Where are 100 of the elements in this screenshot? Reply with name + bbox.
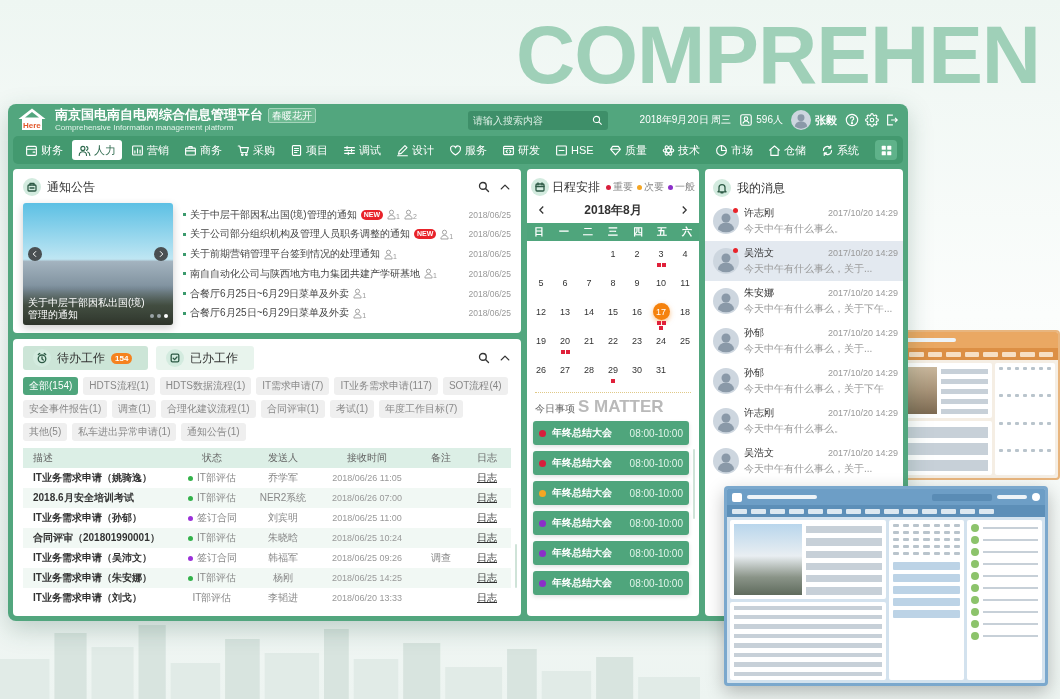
log-link[interactable]: 日志	[477, 511, 497, 525]
calendar-day[interactable]: 10	[652, 274, 670, 291]
backdrop-headline: COMPREHEN	[516, 14, 1041, 96]
log-link[interactable]: 日志	[477, 471, 497, 485]
calendar-day[interactable]: 5	[532, 274, 550, 291]
event-time: 08:00-10:00	[629, 547, 683, 559]
avatar-icon[interactable]	[791, 110, 811, 130]
event-time: 08:00-10:00	[629, 517, 683, 529]
log-link[interactable]: 日志	[477, 571, 497, 585]
calendar-day[interactable]: 4	[676, 245, 694, 262]
help-icon[interactable]	[845, 113, 859, 127]
calendar-day[interactable]: 3	[652, 245, 670, 262]
avatar-icon	[713, 328, 739, 354]
previous-button[interactable]	[28, 247, 42, 261]
notice-link[interactable]: 关于中层干部因私出国(境)管理的通知	[190, 207, 357, 222]
time-cell: 2018/06/25 14:25	[331, 573, 403, 583]
today-watermark-text: S MATTER	[578, 397, 664, 417]
table-row[interactable]: IT业务需求申请（吴沛文） 签订合同 韩福军 2018/06/25 09:26 调查 日志	[23, 548, 511, 568]
calendar-day[interactable]: 2	[628, 245, 646, 262]
slide-dot-icon[interactable]	[157, 314, 161, 318]
event-time: 08:00-10:00	[629, 487, 683, 499]
table-row[interactable]: 2018.6月安全培训考试 IT部评估 NER2系统 2018/06/26 07:00 日志	[23, 488, 511, 508]
time-cell: 2018/06/25 10:24	[331, 533, 403, 543]
bullet-icon	[183, 252, 186, 256]
nav-tab[interactable]: 人力	[72, 140, 122, 160]
slide-dot-icon[interactable]	[164, 314, 168, 318]
calendar-day[interactable]: 9	[628, 274, 646, 291]
calendar-day[interactable]: 1	[604, 245, 622, 262]
scrollbar-thumb[interactable]	[693, 449, 695, 519]
log-link[interactable]: 日志	[477, 591, 497, 605]
weekday-label: 三	[608, 225, 618, 239]
calendar-day[interactable]: 22	[604, 332, 622, 349]
scrollbar-thumb[interactable]	[515, 544, 517, 588]
diamond-icon	[608, 143, 622, 157]
calendar-day[interactable]: 25	[676, 332, 694, 349]
calendar-day[interactable]: 7	[580, 274, 598, 291]
calendar-day[interactable]: 14	[580, 303, 598, 320]
briefcase-icon	[184, 143, 197, 157]
log-link[interactable]: 日志	[477, 551, 497, 565]
calendar-day[interactable]: 18	[676, 303, 694, 320]
description-cell: IT业务需求申请（姚骑逸）	[33, 471, 152, 485]
search-field[interactable]: 请输入搜索内容	[467, 110, 608, 130]
calendar-day[interactable]: 30	[628, 361, 646, 378]
calendar-day[interactable]: 20	[556, 332, 574, 349]
notice-link[interactable]: 南自自动化公司与陕西地方电力集团共建产学研基地	[190, 266, 420, 281]
event-title: 年终总结大会	[552, 576, 612, 590]
notice-link[interactable]: 合餐厅6月25日~6月29日菜单及外卖	[190, 286, 350, 301]
calendar-day[interactable]: 29	[604, 361, 622, 378]
table-row[interactable]: IT业务需求申请（刘戈） IT部评估 李韬进 2018/06/20 13:33 日志	[23, 588, 511, 608]
notice-link[interactable]: 合餐厅6月25日~6月29日菜单及外卖	[190, 306, 350, 321]
logout-icon[interactable]	[885, 113, 899, 127]
sender-cell: 韩福军	[268, 551, 298, 565]
calendar-day[interactable]: 12	[532, 303, 550, 320]
calendar-day[interactable]: 19	[532, 332, 550, 349]
sender-cell: 刘宾明	[268, 511, 298, 525]
calendar-day[interactable]: 15	[604, 303, 622, 320]
message-preview: 今天中午有什么事么，关于...	[744, 262, 874, 276]
bullet-icon	[183, 312, 186, 315]
column-header: 描述	[33, 451, 53, 465]
calendar-day[interactable]: 16	[628, 303, 646, 320]
log-link[interactable]: 日志	[477, 491, 497, 505]
table-row[interactable]: IT业务需求申请（朱安娜） IT部评估 杨刚 2018/06/25 14:25 日志	[23, 568, 511, 588]
notice-link[interactable]: 关于公司部分组织机构及管理人员职务调整的通知	[190, 227, 410, 242]
chevron-right-icon	[157, 250, 165, 258]
calendar-icon	[531, 178, 549, 196]
table-row[interactable]: IT业务需求申请（孙郁） 签订合同 刘宾明 2018/06/25 11:00 日志	[23, 508, 511, 528]
note-cell: 调查	[431, 551, 451, 565]
calendar-day[interactable]: 21	[580, 332, 598, 349]
panel-title: 我的消息	[737, 179, 785, 197]
calendar-day[interactable]: 13	[556, 303, 574, 320]
apps-button[interactable]	[875, 140, 897, 160]
sender-name: 吴浩文	[744, 246, 774, 260]
calendar-day[interactable]: 31	[652, 361, 670, 378]
status-text: IT部评估	[197, 491, 236, 505]
calendar-day[interactable]: 11	[676, 274, 694, 291]
search-icon[interactable]	[478, 352, 490, 364]
calendar-day[interactable]: 26	[532, 361, 550, 378]
calendar-day[interactable]: 6	[556, 274, 574, 291]
message-preview: 今天中午有什么事么。	[744, 222, 845, 236]
user-count-icon	[739, 113, 754, 127]
tab[interactable]: 待办工作 154	[23, 346, 149, 370]
table-row[interactable]: 合同评审（201801990001） IT部评估 朱晓晗 2018/06/25 10:24 日志	[23, 528, 511, 548]
calendar-day[interactable]: 23	[628, 332, 646, 349]
log-link[interactable]: 日志	[477, 531, 497, 545]
table-row[interactable]: IT业务需求申请（姚骑逸） IT部评估 乔学军 2018/06/26 11:05 日志	[23, 468, 511, 488]
message-preview: 今天中午有什么事么，关于...	[744, 342, 874, 356]
notice-link[interactable]: 关于前期营销管理平台签到情况的处理通知	[190, 247, 380, 262]
time-cell: 2018/06/25 09:26	[331, 553, 403, 563]
tab[interactable]: 已办工作	[156, 346, 255, 370]
calendar-day[interactable]: 27	[556, 361, 574, 378]
slide-dot-icon[interactable]	[150, 314, 154, 318]
next-button[interactable]	[154, 247, 168, 261]
search-icon[interactable]	[478, 181, 490, 193]
calendar-day[interactable]: 8	[604, 274, 622, 291]
calendar-day[interactable]: 24	[652, 332, 670, 349]
notice-date: 2018/06/25	[468, 209, 511, 220]
person-icon	[424, 268, 433, 280]
settings-icon[interactable]	[865, 113, 879, 127]
calendar-day[interactable]: 28	[580, 361, 598, 378]
message-item[interactable]: 吴浩文 2017/10/20 14:29 今天中午有什么事么，关于...	[705, 241, 903, 281]
